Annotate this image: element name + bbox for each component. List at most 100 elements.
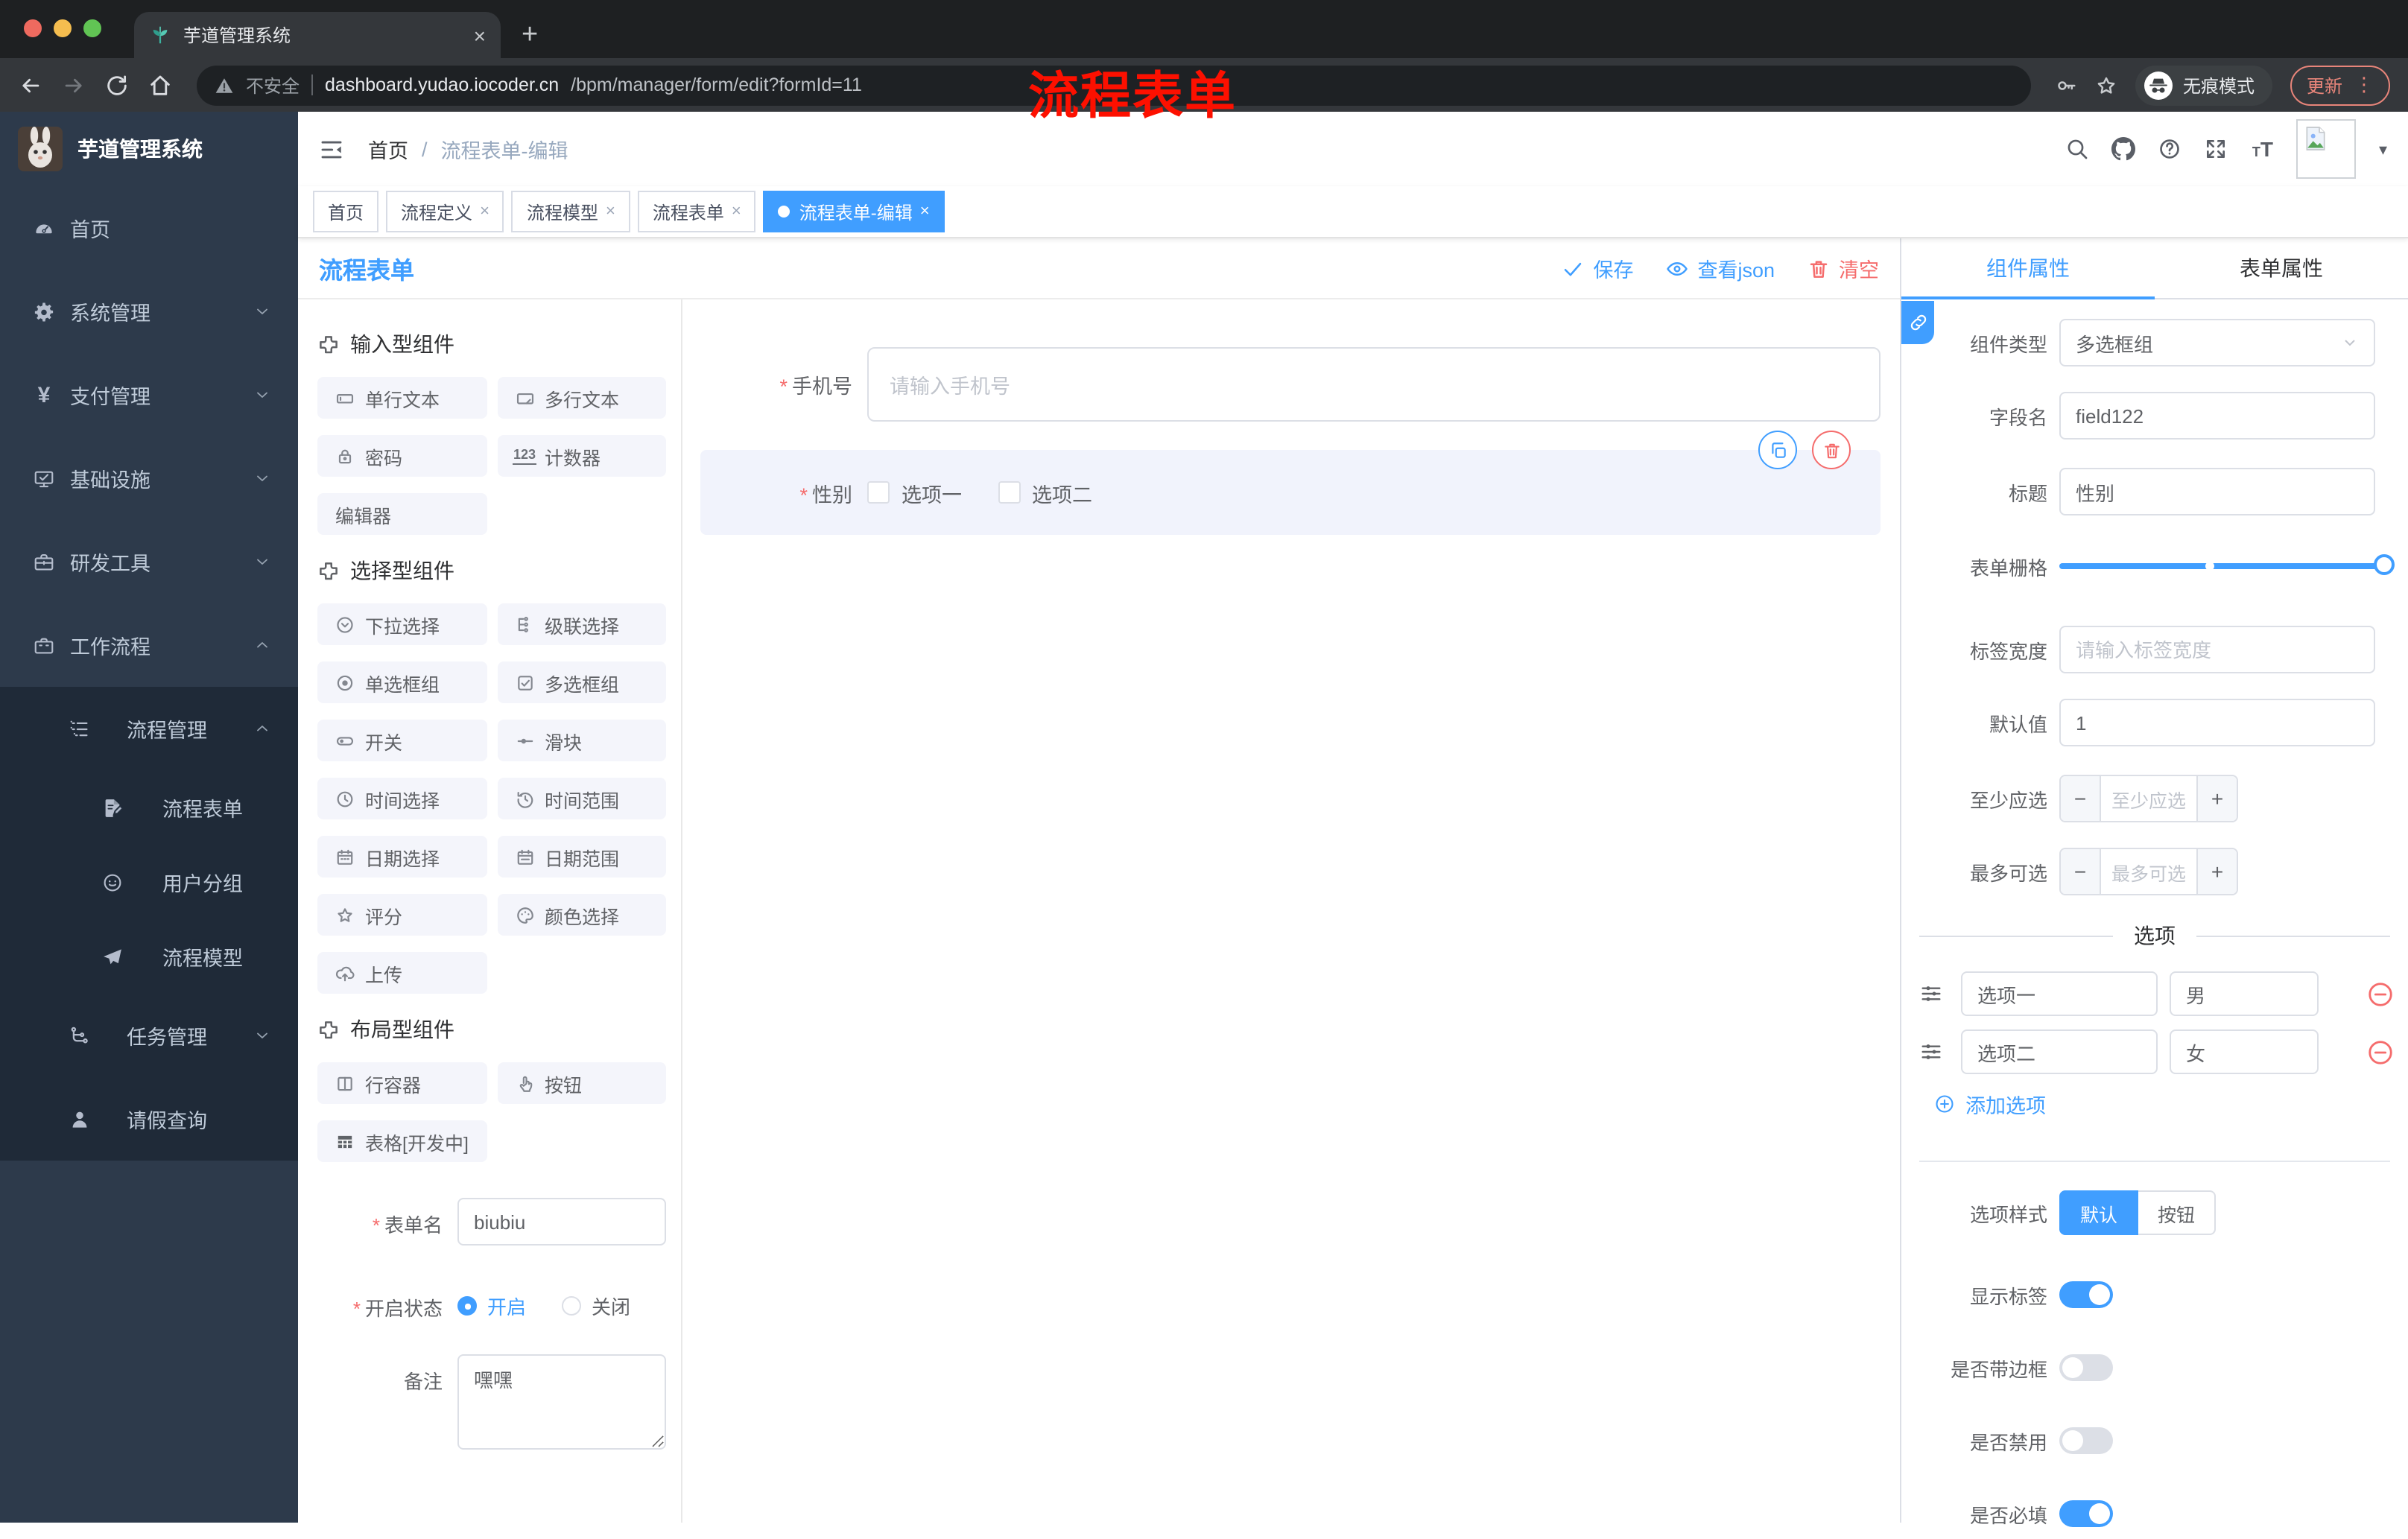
copy-field-button[interactable] bbox=[1758, 431, 1797, 469]
status-radio-on[interactable]: 开启 bbox=[457, 1292, 526, 1320]
sidebar-item-leave-query[interactable]: 请假查询 bbox=[0, 1077, 298, 1161]
sidebar-item-devtools[interactable]: 研发工具 bbox=[0, 520, 298, 603]
clear-button[interactable]: 清空 bbox=[1807, 253, 1879, 283]
form-grid-slider[interactable] bbox=[2059, 542, 2395, 590]
title-input[interactable] bbox=[2059, 468, 2375, 515]
add-option-button[interactable]: 添加选项 bbox=[1934, 1089, 2046, 1119]
breadcrumb-home[interactable]: 首页 bbox=[368, 134, 408, 164]
palette-item-upload[interactable]: 上传 bbox=[317, 952, 487, 994]
palette-item-table[interactable]: 表格[开发中] bbox=[317, 1120, 487, 1162]
fullscreen-icon[interactable] bbox=[2205, 137, 2228, 161]
address-bar[interactable]: 不安全 dashboard.yudao.iocoder.cn/bpm/manag… bbox=[197, 65, 2031, 105]
tag-home[interactable]: 首页 bbox=[313, 191, 379, 232]
form-name-input[interactable] bbox=[457, 1198, 666, 1246]
phone-input[interactable]: 请输入手机号 bbox=[867, 347, 1881, 422]
label-width-input[interactable] bbox=[2059, 626, 2375, 673]
tab-component-props[interactable]: 组件属性 bbox=[1901, 238, 2155, 299]
option-2-label-input[interactable] bbox=[1961, 1029, 2158, 1074]
style-button-button[interactable]: 按钮 bbox=[2138, 1190, 2217, 1235]
slider-track[interactable] bbox=[2059, 554, 2395, 575]
palette-item-editor[interactable]: 编辑器 bbox=[317, 493, 487, 535]
browser-update-button[interactable]: 更新 ⋮ bbox=[2290, 65, 2390, 105]
palette-item-date-range[interactable]: 日期范围 bbox=[497, 836, 666, 878]
status-radio-off[interactable]: 关闭 bbox=[562, 1292, 630, 1320]
form-remark-textarea[interactable]: 嘿嘿 bbox=[457, 1354, 666, 1450]
palette-item-radio-group[interactable]: 单选框组 bbox=[317, 661, 487, 703]
close-tag-icon[interactable]: × bbox=[480, 203, 489, 220]
close-tab-icon[interactable]: × bbox=[474, 23, 486, 47]
stepper-placeholder[interactable]: 最多可选 bbox=[2101, 849, 2196, 894]
bookmark-star-icon[interactable] bbox=[2095, 74, 2117, 96]
increase-button[interactable]: + bbox=[2196, 776, 2237, 821]
close-window-button[interactable] bbox=[24, 19, 42, 37]
disabled-toggle[interactable] bbox=[2059, 1427, 2113, 1454]
palette-item-multi-text[interactable]: 多行文本 bbox=[497, 377, 666, 419]
reload-icon[interactable] bbox=[104, 72, 130, 98]
field-link-handle[interactable] bbox=[1901, 301, 1934, 344]
gender-checkbox-1[interactable]: 选项一 bbox=[867, 477, 962, 507]
default-value-input[interactable] bbox=[2059, 699, 2375, 746]
not-secure-warning-icon[interactable] bbox=[215, 75, 234, 95]
avatar[interactable] bbox=[2296, 119, 2357, 179]
maximize-window-button[interactable] bbox=[83, 19, 101, 37]
password-key-icon[interactable] bbox=[2055, 74, 2077, 96]
tag-process-form-edit[interactable]: 流程表单-编辑 × bbox=[763, 191, 945, 232]
palette-item-cascade[interactable]: 级联选择 bbox=[497, 603, 666, 645]
gender-checkbox-2[interactable]: 选项二 bbox=[998, 477, 1092, 507]
save-button[interactable]: 保存 bbox=[1562, 253, 1633, 283]
sidebar-fold-icon[interactable] bbox=[319, 136, 344, 162]
tag-process-form[interactable]: 流程表单 × bbox=[637, 191, 756, 232]
remove-option-icon[interactable] bbox=[2366, 1038, 2395, 1067]
update-label[interactable]: 更新 bbox=[2307, 72, 2342, 98]
new-tab-button[interactable]: + bbox=[522, 19, 538, 52]
tag-process-model[interactable]: 流程模型 × bbox=[511, 191, 630, 232]
close-tag-icon[interactable]: × bbox=[606, 203, 615, 220]
search-icon[interactable] bbox=[2066, 137, 2090, 161]
github-icon[interactable] bbox=[2111, 137, 2136, 161]
close-tag-icon[interactable]: × bbox=[920, 203, 930, 220]
palette-item-time[interactable]: 时间选择 bbox=[317, 778, 487, 819]
minimize-window-button[interactable] bbox=[54, 19, 72, 37]
palette-item-password[interactable]: 密码 bbox=[317, 435, 487, 477]
palette-item-switch[interactable]: 开关 bbox=[317, 720, 487, 761]
palette-item-checkbox-group[interactable]: 多选框组 bbox=[497, 661, 666, 703]
view-json-button[interactable]: 查看json bbox=[1666, 253, 1775, 283]
required-toggle[interactable] bbox=[2059, 1500, 2113, 1527]
palette-item-color[interactable]: 颜色选择 bbox=[497, 894, 666, 936]
remove-option-icon[interactable] bbox=[2366, 980, 2395, 1009]
browser-menu-kebab-icon[interactable]: ⋮ bbox=[2354, 73, 2374, 97]
palette-item-counter[interactable]: 123 计数器 bbox=[497, 435, 666, 477]
browser-tab[interactable]: 芋道管理系统 × bbox=[134, 12, 501, 58]
palette-item-time-range[interactable]: 时间范围 bbox=[497, 778, 666, 819]
delete-field-button[interactable] bbox=[1812, 431, 1851, 469]
border-toggle[interactable] bbox=[2059, 1354, 2113, 1381]
sidebar-item-process-model[interactable]: 流程模型 bbox=[0, 919, 298, 994]
option-1-label-input[interactable] bbox=[1961, 971, 2158, 1016]
decrease-button[interactable]: − bbox=[2061, 849, 2101, 894]
drag-handle-icon[interactable] bbox=[1919, 982, 1943, 1006]
sidebar-item-home[interactable]: 首页 bbox=[0, 186, 298, 270]
sidebar-item-process-management[interactable]: 流程管理 bbox=[0, 687, 298, 770]
palette-item-slider[interactable]: 滑块 bbox=[497, 720, 666, 761]
sidebar-item-infrastructure[interactable]: 基础设施 bbox=[0, 437, 298, 520]
close-tag-icon[interactable]: × bbox=[732, 203, 741, 220]
style-default-button[interactable]: 默认 bbox=[2059, 1190, 2139, 1235]
sidebar-item-system[interactable]: 系统管理 bbox=[0, 270, 298, 353]
field-name-input[interactable] bbox=[2059, 392, 2375, 440]
decrease-button[interactable]: − bbox=[2061, 776, 2101, 821]
palette-item-button[interactable]: 按钮 bbox=[497, 1062, 666, 1104]
stepper-placeholder[interactable]: 至少应选 bbox=[2101, 776, 2196, 821]
font-size-icon[interactable]: TT bbox=[2251, 137, 2275, 161]
canvas-field-gender-selected[interactable]: * 性别 选项一 选项二 bbox=[700, 431, 1881, 535]
show-label-toggle[interactable] bbox=[2059, 1281, 2113, 1308]
palette-item-rate[interactable]: 评分 bbox=[317, 894, 487, 936]
avatar-caret-icon[interactable]: ▾ bbox=[2379, 139, 2387, 159]
sidebar-item-workflow[interactable]: 工作流程 bbox=[0, 603, 298, 687]
palette-item-date[interactable]: 日期选择 bbox=[317, 836, 487, 878]
forward-icon[interactable] bbox=[61, 72, 86, 98]
sidebar-item-process-form[interactable]: 流程表单 bbox=[0, 770, 298, 845]
sidebar-item-payment[interactable]: ¥ 支付管理 bbox=[0, 353, 298, 437]
palette-item-dropdown[interactable]: 下拉选择 bbox=[317, 603, 487, 645]
palette-item-row-container[interactable]: 行容器 bbox=[317, 1062, 487, 1104]
option-2-value-input[interactable] bbox=[2170, 1029, 2319, 1074]
